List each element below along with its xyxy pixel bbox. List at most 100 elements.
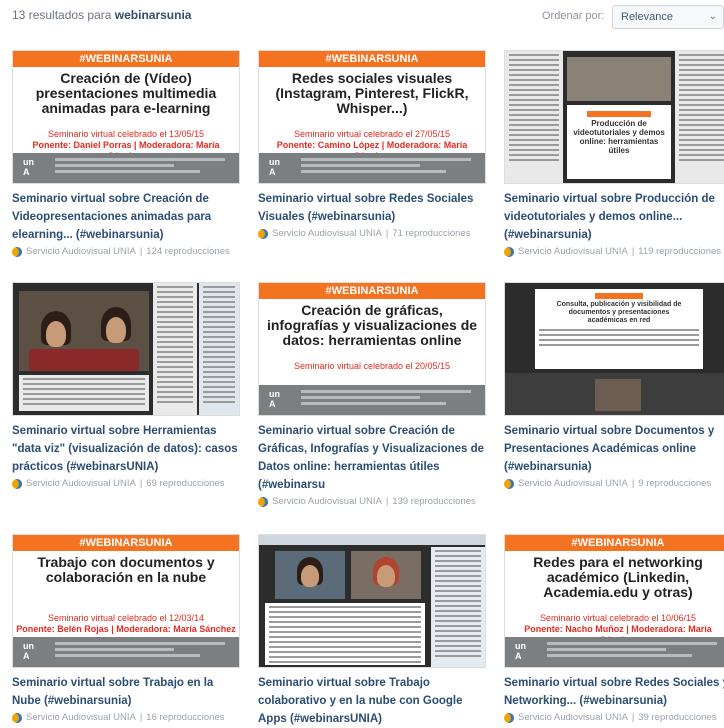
poster-tag: #WEBINARSUNIA — [259, 51, 485, 67]
poster-footer: un A — [259, 385, 485, 415]
video-title-link[interactable]: Seminario virtual sobre Trabajo colabora… — [258, 674, 486, 728]
play-count: 16 reproducciones — [146, 712, 225, 723]
video-title-link[interactable]: Seminario virtual sobre Trabajo en la Nu… — [12, 674, 240, 710]
video-card: Producción de videotutoriales y demos on… — [504, 50, 724, 257]
webcam-video — [275, 551, 345, 599]
poster-footer-text — [301, 158, 471, 176]
poster-seminar-date: Seminario virtual celebrado el 13/05/15 — [47, 129, 205, 139]
poster-tag: #WEBINARSUNIA — [13, 51, 239, 67]
webcam-video — [19, 291, 149, 371]
channel-link[interactable]: Servicio Audiovisual UNIA — [272, 496, 382, 507]
webcam-video — [595, 379, 641, 411]
channel-link[interactable]: Servicio Audiovisual UNIA — [26, 246, 136, 257]
video-thumbnail[interactable]: #WEBINARSUNIA Redes sociales visuales (In… — [258, 50, 486, 184]
poster-speaker: Ponente: Belén Rojas | Moderadora: María… — [16, 624, 236, 634]
webcam-video — [351, 551, 421, 599]
meta-separator: | — [631, 478, 635, 489]
slide-caption: Producción de videotutoriales y demos on… — [573, 119, 665, 155]
video-meta: Servicio Audiovisual UNIA | 124 reproducci… — [12, 246, 240, 257]
meta-separator: | — [631, 712, 635, 723]
channel-link[interactable]: Servicio Audiovisual UNIA — [518, 712, 628, 723]
video-title-link[interactable]: Seminario virtual sobre Redes Sociales V… — [258, 190, 486, 226]
unia-logo-icon: un A — [23, 157, 34, 177]
meta-separator: | — [385, 228, 389, 239]
play-count: 69 reproducciones — [146, 478, 225, 489]
channel-link[interactable]: Servicio Audiovisual UNIA — [518, 246, 628, 257]
search-query: webinarsunia — [114, 8, 192, 22]
video-title-link[interactable]: Seminario virtual sobre Documentos y Pre… — [504, 422, 724, 476]
video-meta: Servicio Audiovisual UNIA | 39 reproduccio… — [504, 712, 724, 723]
video-card: Seminario virtual sobre Herramientas "da… — [12, 282, 240, 489]
poster-seminar-date: Seminario virtual celebrado el 20/05/15 — [293, 361, 451, 371]
channel-link[interactable]: Servicio Audiovisual UNIA — [272, 228, 382, 239]
video-thumbnail[interactable]: #WEBINARSUNIA Creación de gráficas, infog… — [258, 282, 486, 416]
video-title-link[interactable]: Seminario virtual sobre Redes Sociales y… — [504, 674, 724, 710]
video-thumbnail[interactable]: Consulta, publicación y visibilidad de d… — [504, 282, 724, 416]
chat-panel — [265, 603, 425, 665]
results-text: resultados para — [28, 8, 112, 22]
video-title-link[interactable]: Seminario virtual sobre Producción de vi… — [504, 190, 724, 244]
video-meta: Servicio Audiovisual UNIA | 139 reproducci… — [258, 496, 486, 507]
video-title-link[interactable]: Seminario virtual sobre Creación de Gráf… — [258, 422, 486, 494]
video-title-link[interactable]: Seminario virtual sobre Herramientas "da… — [12, 422, 240, 476]
video-thumbnail[interactable]: #WEBINARSUNIA Creación de (Vídeo) present… — [12, 50, 240, 184]
video-card: #WEBINARSUNIA Creación de gráficas, infog… — [258, 282, 486, 507]
channel-link[interactable]: Servicio Audiovisual UNIA — [518, 478, 628, 489]
slide-panel: Consulta, publicación y visibilidad de d… — [535, 289, 703, 369]
play-count: 119 reproducciones — [638, 246, 722, 257]
slide-panel: Producción de videotutoriales y demos on… — [567, 105, 671, 179]
results-header: 13 resultados para webinarsunia Ordenar … — [0, 0, 724, 34]
video-meta: Servicio Audiovisual UNIA | 9 reproduccion… — [504, 478, 724, 489]
poster-footer-text — [55, 642, 225, 660]
channel-avatar-icon — [504, 478, 514, 489]
notes-panel — [153, 283, 197, 415]
channel-link[interactable]: Servicio Audiovisual UNIA — [26, 712, 136, 723]
poster-footer: un A — [505, 637, 724, 667]
video-meta: Servicio Audiovisual UNIA | 119 reproducci… — [504, 246, 724, 257]
chat-panel — [19, 375, 149, 411]
results-summary: 13 resultados para webinarsunia — [12, 8, 191, 22]
video-thumbnail[interactable]: #WEBINARSUNIA Trabajo con documentos y co… — [12, 534, 240, 668]
unia-logo-icon: un A — [269, 157, 280, 177]
video-thumbnail[interactable]: #WEBINARSUNIA Redes para el networking ac… — [504, 534, 724, 668]
chevron-down-icon: ⌄ — [708, 11, 717, 22]
meta-separator: | — [139, 246, 143, 257]
video-card: #WEBINARSUNIA Trabajo con documentos y co… — [12, 534, 240, 723]
sort-dropdown[interactable]: Relevance ⌄ — [612, 5, 724, 29]
video-thumbnail[interactable] — [258, 534, 486, 668]
channel-avatar-icon — [12, 478, 22, 489]
poster-footer-text — [301, 390, 471, 408]
unia-logo-icon: un A — [269, 389, 280, 409]
video-meta: Servicio Audiovisual UNIA | 16 reproduccio… — [12, 712, 240, 723]
poster-tag: #WEBINARSUNIA — [13, 535, 239, 551]
channel-avatar-icon — [504, 712, 514, 723]
video-thumbnail[interactable]: Producción de videotutoriales y demos on… — [504, 50, 724, 184]
channel-avatar-icon — [258, 228, 268, 239]
participants-panel — [199, 283, 239, 415]
video-card: Consulta, publicación y visibilidad de d… — [504, 282, 724, 489]
play-count: 39 reproducciones — [638, 712, 717, 723]
poster-footer: un A — [259, 153, 485, 183]
video-card: #WEBINARSUNIA Redes para el networking ac… — [504, 534, 724, 723]
poster-title: Creación de gráficas, infografías y visu… — [266, 302, 478, 348]
poster-title: Redes sociales visuales (Instagram, Pint… — [275, 70, 469, 116]
channel-link[interactable]: Servicio Audiovisual UNIA — [26, 478, 136, 489]
poster-footer-text — [547, 642, 717, 660]
unia-logo-icon: un A — [515, 641, 526, 661]
webcam-video — [567, 57, 671, 101]
poster-footer: un A — [13, 637, 239, 667]
poster-tag: #WEBINARSUNIA — [259, 283, 485, 299]
video-title-link[interactable]: Seminario virtual sobre Creación de Vide… — [12, 190, 240, 244]
poster-seminar-date: Seminario virtual celebrado el 27/05/15 — [293, 129, 451, 139]
meta-separator: | — [385, 496, 389, 507]
video-meta: Servicio Audiovisual UNIA | 69 reproduccio… — [12, 478, 240, 489]
window-titlebar — [259, 535, 485, 545]
channel-avatar-icon — [12, 712, 22, 723]
slide-caption: Consulta, publicación y visibilidad de d… — [556, 301, 682, 324]
video-thumbnail[interactable] — [12, 282, 240, 416]
play-count: 71 reproducciones — [392, 228, 471, 239]
video-card: Seminario virtual sobre Trabajo colabora… — [258, 534, 486, 728]
channel-avatar-icon — [258, 496, 268, 507]
channel-avatar-icon — [504, 246, 514, 257]
poster-title: Creación de (Vídeo) presentaciones multi… — [35, 70, 217, 116]
